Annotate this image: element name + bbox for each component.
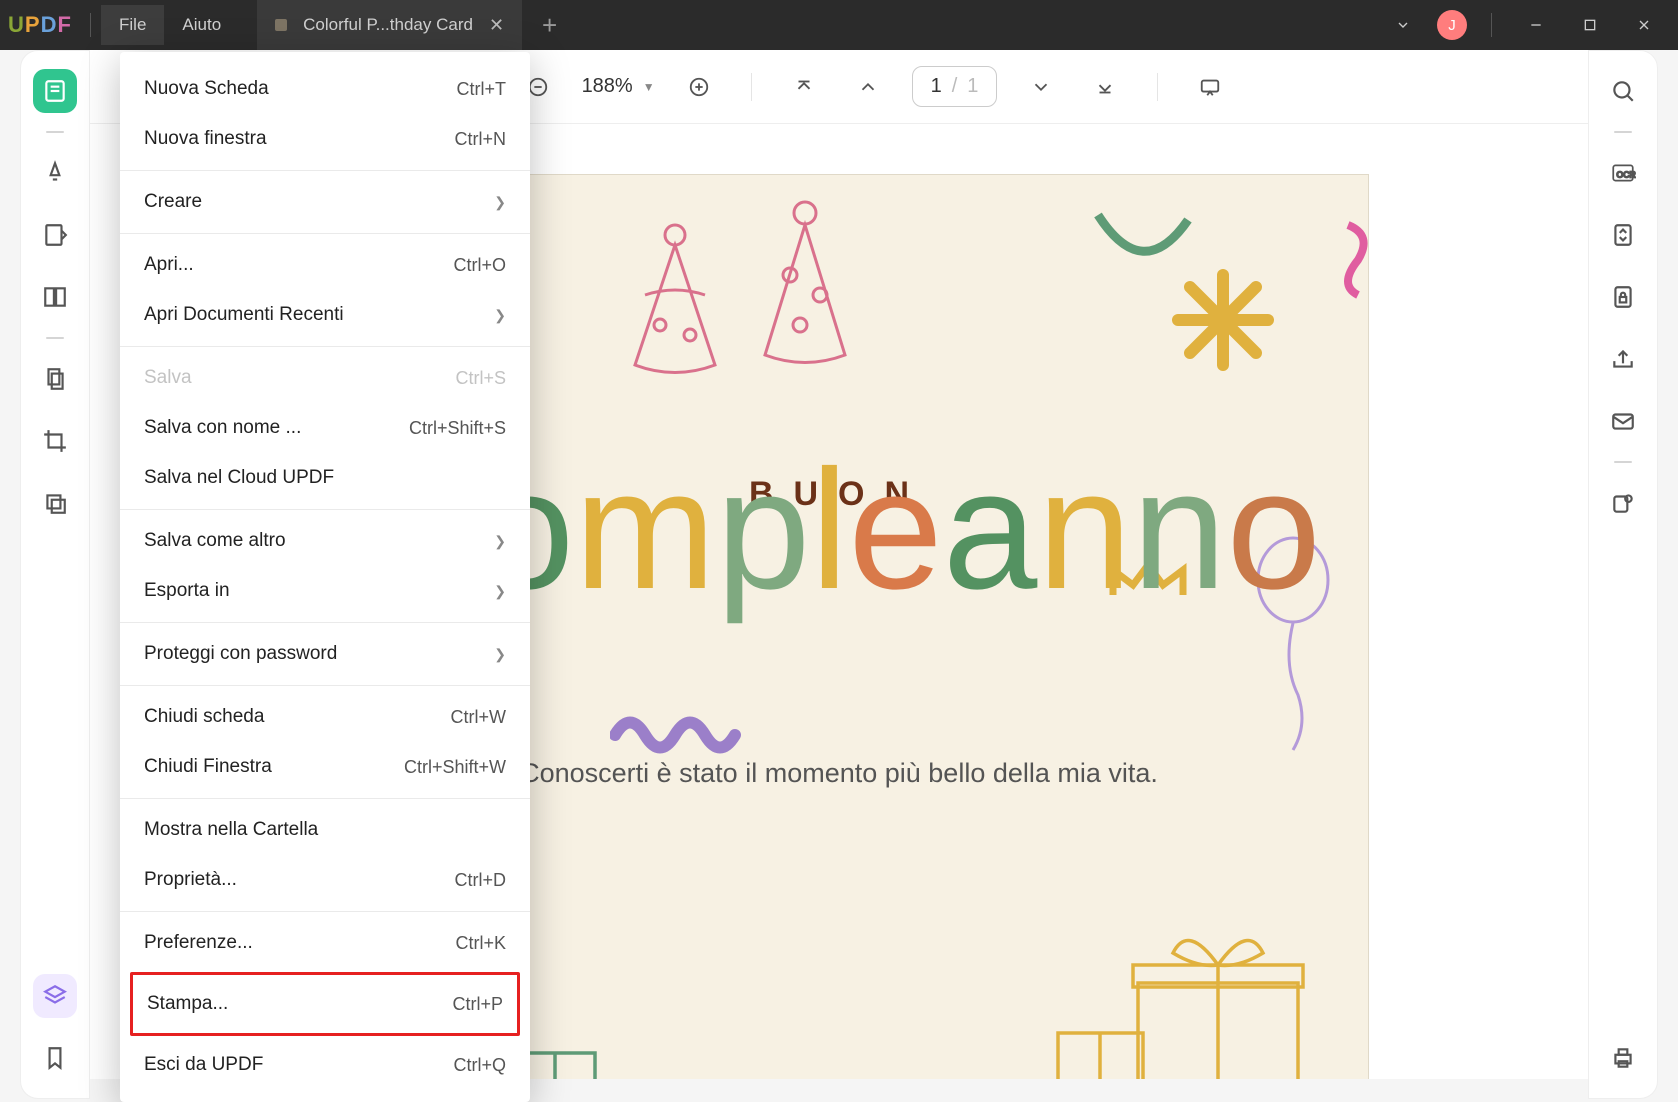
- app-logo: UPDF: [0, 12, 80, 38]
- document-tab[interactable]: Colorful P...thday Card ✕: [257, 0, 522, 50]
- menu-open[interactable]: Apri...Ctrl+O: [120, 240, 530, 290]
- last-page-button[interactable]: [1085, 67, 1125, 107]
- protect-icon[interactable]: [1601, 275, 1645, 319]
- print-highlight-annotation: Stampa...Ctrl+P: [130, 972, 520, 1036]
- file-dropdown-menu: Nuova SchedaCtrl+T Nuova finestraCtrl+N …: [120, 52, 530, 1102]
- menu-save-as[interactable]: Salva con nome ...Ctrl+Shift+S: [120, 403, 530, 453]
- redact-tool-icon[interactable]: [33, 481, 77, 525]
- menu-protect[interactable]: Proteggi con password❯: [120, 629, 530, 679]
- menu-save: SalvaCtrl+S: [120, 353, 530, 403]
- gift-doodle: [1048, 913, 1308, 1079]
- add-tab-button[interactable]: +: [522, 10, 577, 41]
- next-page-button[interactable]: [1021, 67, 1061, 107]
- first-page-button[interactable]: [784, 67, 824, 107]
- menu-new-tab[interactable]: Nuova SchedaCtrl+T: [120, 64, 530, 114]
- presentation-button[interactable]: [1190, 67, 1230, 107]
- title-bar: UPDF File Aiuto Colorful P...thday Card …: [0, 0, 1678, 50]
- tab-title: Colorful P...thday Card: [303, 15, 473, 35]
- menu-open-recent[interactable]: Apri Documenti Recenti❯: [120, 290, 530, 340]
- window-minimize-button[interactable]: [1516, 5, 1556, 45]
- right-sidebar: OCR: [1588, 50, 1658, 1099]
- party-hat-doodle: [620, 215, 730, 375]
- svg-text:OCR: OCR: [1617, 169, 1636, 179]
- layers-icon[interactable]: [33, 974, 77, 1018]
- print-icon[interactable]: [1601, 1036, 1645, 1080]
- menu-print[interactable]: Stampa...Ctrl+P: [133, 975, 517, 1033]
- batch-icon[interactable]: [1601, 481, 1645, 525]
- menu-close-window[interactable]: Chiudi FinestraCtrl+Shift+W: [120, 742, 530, 792]
- window-maximize-button[interactable]: [1570, 5, 1610, 45]
- spiral-doodle: [1318, 215, 1369, 305]
- menu-close-tab[interactable]: Chiudi schedaCtrl+W: [120, 692, 530, 742]
- menu-properties[interactable]: Proprietà...Ctrl+D: [120, 855, 530, 905]
- bookmark-icon[interactable]: [33, 1036, 77, 1080]
- search-icon[interactable]: [1601, 69, 1645, 113]
- menu-save-other[interactable]: Salva come altro❯: [120, 516, 530, 566]
- page-number-input[interactable]: 1/1: [912, 66, 998, 107]
- menu-new-window[interactable]: Nuova finestraCtrl+N: [120, 114, 530, 164]
- page-tool-icon[interactable]: [33, 357, 77, 401]
- file-menu-button[interactable]: File: [101, 5, 164, 45]
- party-hat-doodle: [750, 195, 860, 365]
- window-close-button[interactable]: [1624, 5, 1664, 45]
- share-icon[interactable]: [1601, 337, 1645, 381]
- ocr-icon[interactable]: OCR: [1601, 151, 1645, 195]
- squiggle-doodle: [610, 705, 750, 755]
- tab-thumbnail-icon: [275, 19, 287, 31]
- chevron-down-icon[interactable]: [1383, 5, 1423, 45]
- asterisk-doodle: [1168, 265, 1278, 375]
- edit-tool-icon[interactable]: [33, 213, 77, 257]
- help-menu-button[interactable]: Aiuto: [164, 5, 239, 45]
- menu-exit[interactable]: Esci da UPDFCtrl+Q: [120, 1040, 530, 1090]
- menu-show-folder[interactable]: Mostra nella Cartella: [120, 805, 530, 855]
- menu-create[interactable]: Creare❯: [120, 177, 530, 227]
- zoom-in-button[interactable]: [679, 67, 719, 107]
- user-avatar[interactable]: J: [1437, 10, 1467, 40]
- left-sidebar: [20, 50, 90, 1099]
- email-icon[interactable]: [1601, 399, 1645, 443]
- close-tab-icon[interactable]: ✕: [489, 15, 504, 36]
- comment-tool-icon[interactable]: [33, 151, 77, 195]
- compress-icon[interactable]: [1601, 213, 1645, 257]
- organize-tool-icon[interactable]: [33, 275, 77, 319]
- crop-tool-icon[interactable]: [33, 419, 77, 463]
- reader-tool-icon[interactable]: [33, 69, 77, 113]
- menu-export[interactable]: Esporta in❯: [120, 566, 530, 616]
- zoom-level-dropdown[interactable]: 188%▼: [582, 75, 655, 98]
- prev-page-button[interactable]: [848, 67, 888, 107]
- menu-save-cloud[interactable]: Salva nel Cloud UPDF: [120, 453, 530, 503]
- menu-preferences[interactable]: Preferenze...Ctrl+K: [120, 918, 530, 968]
